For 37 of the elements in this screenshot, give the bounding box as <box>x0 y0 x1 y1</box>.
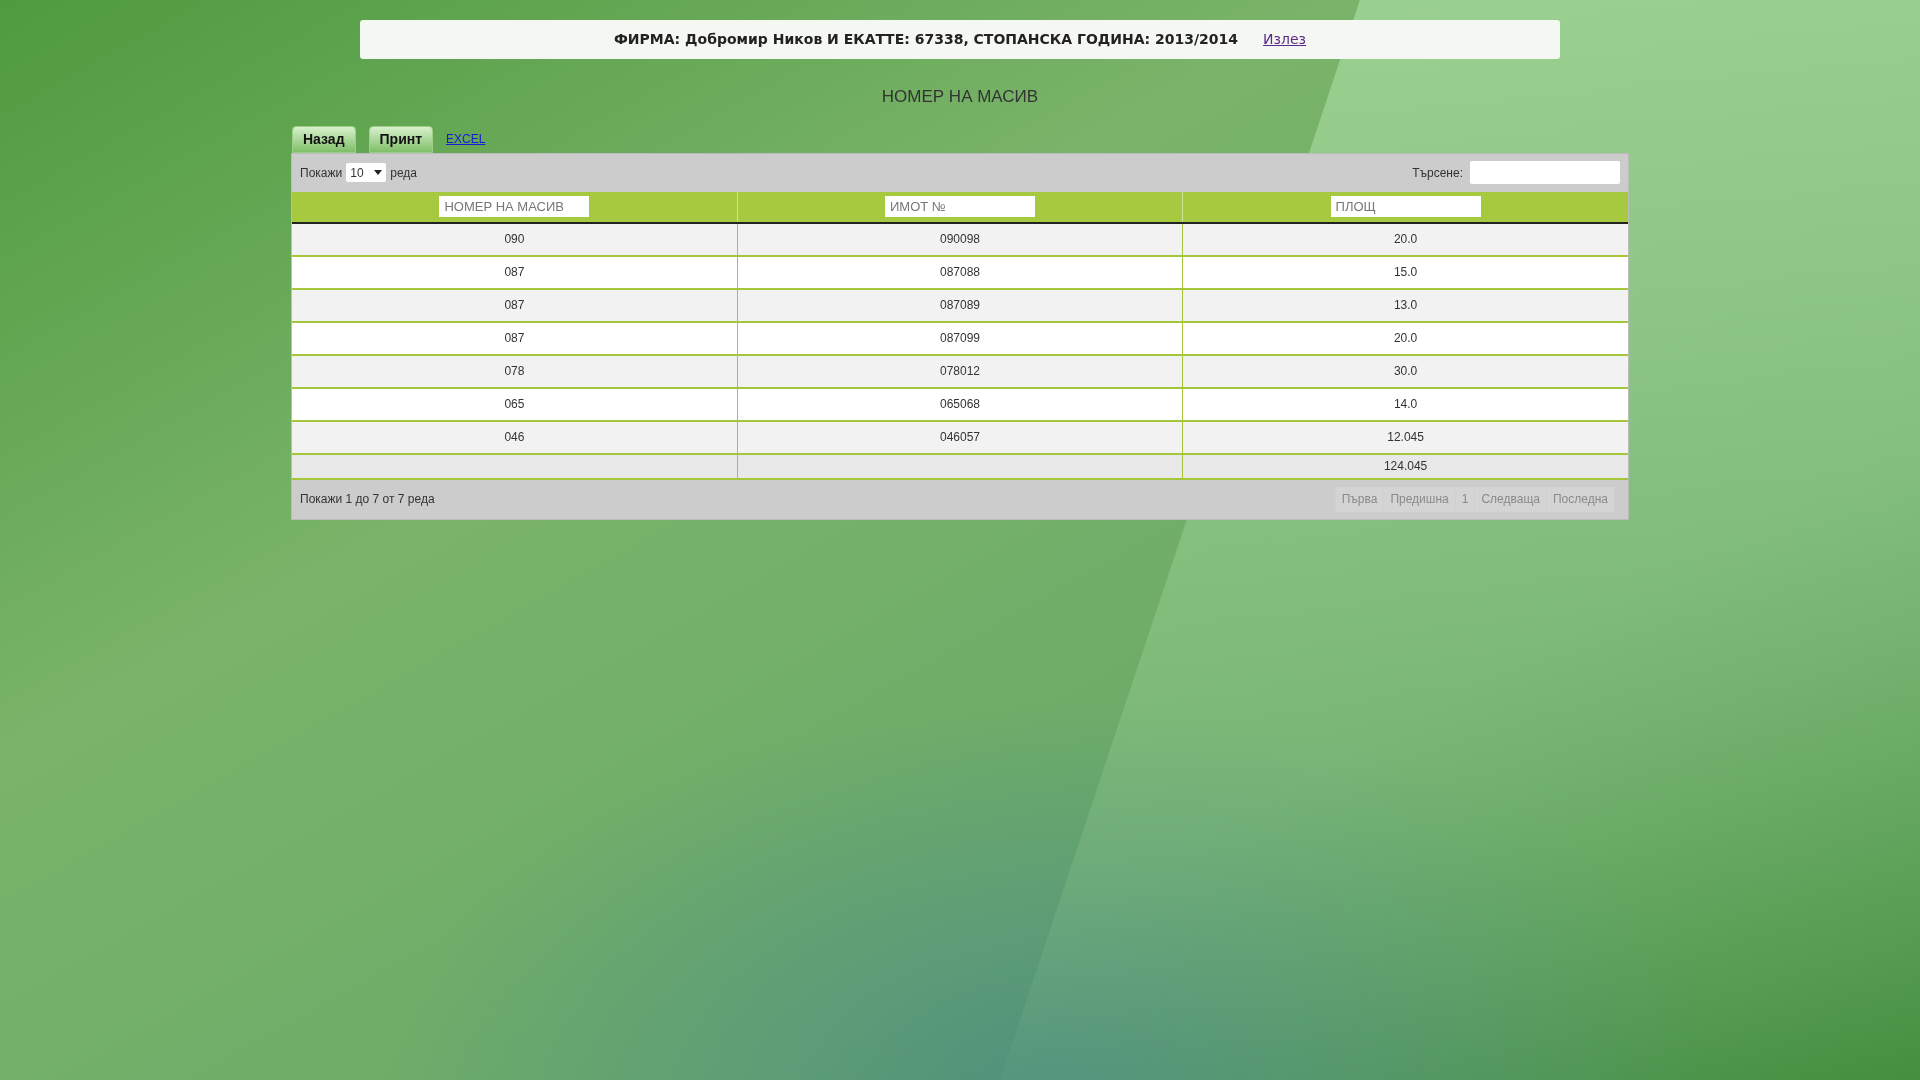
table-cell: 30.0 <box>1182 354 1628 388</box>
table-cell: 20.0 <box>1182 321 1628 355</box>
column-filter-field[interactable]: ИМОТ № <box>885 196 1035 217</box>
table-cell: 20.0 <box>1182 222 1628 256</box>
table-cell: 046 <box>292 420 738 454</box>
table-cell: 12.045 <box>1182 420 1628 454</box>
page-title: НОМЕР НА МАСИВ <box>881 86 1039 108</box>
table-cell: 065068 <box>737 387 1183 421</box>
table-cell: 087 <box>292 288 738 322</box>
column-filter-field[interactable]: ПЛОЩ <box>1330 196 1481 217</box>
search-field[interactable] <box>1470 161 1620 184</box>
length-select[interactable]: 10 <box>346 163 387 182</box>
length-label: Покажи <box>300 164 343 182</box>
table-cell: 13.0 <box>1182 288 1628 322</box>
table-cell: 078012 <box>737 354 1183 388</box>
total-cell: 124.045 <box>1182 453 1628 479</box>
table-info: Покажи 1 до 7 от 7 реда <box>300 491 435 508</box>
caret-icon <box>374 170 383 175</box>
table-cell: 087089 <box>737 288 1183 322</box>
column-filter-field[interactable]: НОМЕР НА МАСИВ <box>439 196 590 217</box>
table-cell: 087 <box>292 321 738 355</box>
table-cell: 090 <box>292 222 738 256</box>
table-cell: 046057 <box>737 420 1183 454</box>
table-cell: 078 <box>292 354 738 388</box>
table-cell: 087088 <box>737 255 1183 289</box>
table-cell: 14.0 <box>1182 387 1628 421</box>
table-cell: 087 <box>292 255 738 289</box>
table-cell: 15.0 <box>1182 255 1628 289</box>
logout-link[interactable]: Излез <box>1263 29 1306 50</box>
company-info: ФИРМА: Добромир Ников И ЕКАТТЕ: 67338, СТОПАНСКА ГОДИНА: 2013/2014 <box>614 30 1239 49</box>
table-cell: 065 <box>292 387 738 421</box>
table-cell: 087099 <box>737 321 1183 355</box>
nav-button[interactable]: Назад <box>292 125 356 153</box>
excel-link[interactable]: EXCEL <box>446 129 486 148</box>
table-cell: 090098 <box>737 222 1183 256</box>
search-label: Търсене: <box>1412 164 1463 182</box>
length-label: реда <box>390 164 417 182</box>
